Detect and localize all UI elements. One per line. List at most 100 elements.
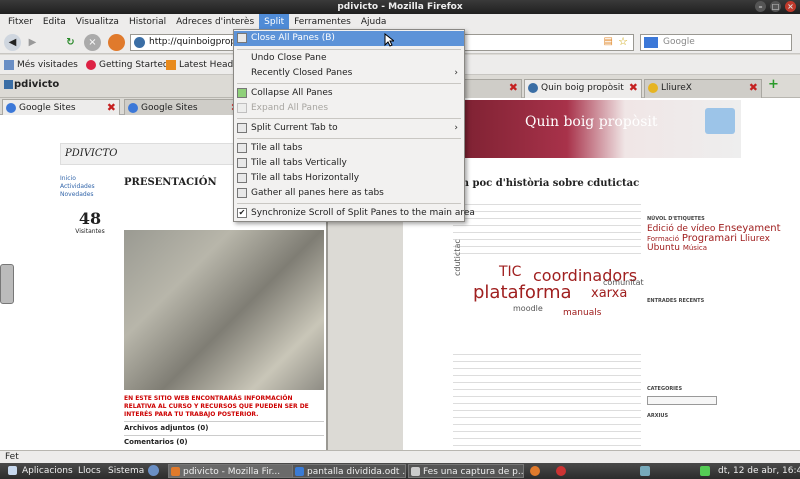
reload-icon[interactable]: ↻ (62, 34, 79, 51)
collapse-icon (237, 88, 247, 98)
tab-google-sites-2[interactable]: Google Sites✖ (124, 99, 244, 115)
menu-tile-all-tabs[interactable]: Tile all tabs (234, 141, 464, 156)
tab-lliurex[interactable]: LliureX ✖ (644, 79, 762, 98)
menu-expand-all-panes: Expand All Panes (234, 101, 464, 116)
bookmark-latest-headlines[interactable]: Latest Headli (166, 58, 238, 72)
aerial-map-image[interactable] (124, 230, 324, 390)
close-tab-icon[interactable]: ✖ (629, 80, 638, 96)
status-text: Fet (5, 452, 19, 462)
sidebar-tags-heading: NÚVOL D'ETIQUETES (647, 216, 705, 222)
close-icon[interactable]: × (785, 1, 796, 12)
tray-firefox-icon[interactable] (530, 466, 540, 476)
gather-icon (237, 188, 247, 198)
stop-icon[interactable]: × (84, 34, 101, 51)
forward-icon[interactable]: ▶ (24, 34, 41, 51)
taskbar-window-firefox[interactable]: pdivicto - Mozilla Fir... (168, 464, 308, 478)
menu-fitxer[interactable]: Fitxer (3, 14, 38, 30)
star-icon[interactable]: ☆ (618, 35, 628, 48)
site-banner: Quin boig propòsit (451, 100, 741, 158)
pane-grip-handle[interactable] (0, 264, 14, 304)
menu-historial[interactable]: Historial (124, 14, 171, 30)
home-icon[interactable] (108, 34, 125, 51)
new-tab-icon[interactable]: + (768, 77, 779, 92)
visit-counter: 48 (78, 209, 102, 228)
firefox-launcher-icon[interactable] (148, 465, 159, 476)
document-icon (295, 467, 304, 476)
menu-visualitza[interactable]: Visualitza (71, 14, 124, 30)
site-icon (134, 37, 145, 48)
menu-system[interactable]: Sistema (108, 464, 144, 478)
left-sidebar: Inicio Actividades Novedades 48 Visitant… (60, 175, 120, 450)
rss-icon (166, 60, 176, 70)
submenu-arrow-icon: › (454, 123, 458, 133)
menu-close-all-panes[interactable]: Close All Panes (B) (234, 31, 464, 46)
post-body (453, 348, 641, 448)
folder-icon (4, 60, 14, 70)
taskbar: Aplicacions Llocs Sistema pdivicto - Moz… (0, 463, 800, 479)
category-select[interactable] (647, 396, 717, 405)
search-input[interactable]: Google (640, 34, 792, 51)
maximize-icon[interactable]: □ (770, 1, 781, 12)
menu-split[interactable]: Split (259, 14, 290, 30)
comments-label[interactable]: Comentarios (0) (124, 435, 324, 446)
url-input-tail[interactable]: ▤ ☆ (464, 34, 634, 51)
wordpress-icon (528, 83, 538, 93)
tile-horizontal-icon (237, 173, 247, 183)
tray-volume-icon[interactable] (640, 466, 650, 476)
bookmark-getting-started[interactable]: Getting Started (86, 58, 169, 72)
close-tab-icon[interactable]: ✖ (749, 80, 758, 96)
bookmark-pdivicto[interactable]: pdivicto (14, 79, 59, 90)
url-input[interactable]: http://quinboigpropo (130, 34, 236, 51)
back-icon[interactable]: ◀ (4, 34, 21, 51)
close-panes-icon (237, 33, 247, 43)
menu-gather-panes[interactable]: Gather all panes here as tabs (234, 186, 464, 201)
menu-adreces[interactable]: Adreces d'interès (171, 14, 259, 30)
page-heading: PRESENTACIÓN (124, 177, 217, 188)
post-title[interactable]: Un poc d'història sobre cdutictac (453, 178, 639, 189)
expand-icon (237, 103, 247, 113)
clock[interactable]: dt, 12 de abr, 16:48 (718, 464, 800, 478)
menu-tile-vertically[interactable]: Tile all tabs Vertically (234, 156, 464, 171)
rss-icon[interactable]: ▤ (604, 36, 613, 47)
site-name: PDIVICTO (65, 148, 118, 159)
tag-cloud-image: TIC coordinadors plataforma xarxa comuni… (453, 239, 644, 318)
menu-split-current-tab[interactable]: Split Current Tab to › (234, 121, 464, 136)
mouse-cursor-icon (384, 33, 394, 47)
tab-google-sites-1[interactable]: Google Sites ✖ (2, 99, 120, 115)
window-title: pdivicto - Mozilla Firefox (337, 2, 463, 12)
split-tab-icon (237, 123, 247, 133)
menu-undo-close-pane[interactable]: Undo Close Pane (234, 51, 464, 66)
close-tab-icon[interactable]: ✖ (107, 100, 116, 115)
nav-novedades[interactable]: Novedades (60, 191, 120, 199)
categories-heading: CATEGORIES (647, 386, 683, 392)
attachments-label[interactable]: Archivos adjuntos (0) (124, 421, 324, 432)
menu-edita[interactable]: Edita (38, 14, 71, 30)
tray-update-icon[interactable] (556, 466, 566, 476)
tab-quin-boig-proposit-active[interactable]: Quin boig propòsit ✖ (524, 79, 642, 98)
menu-recently-closed-panes[interactable]: Recently Closed Panes › (234, 66, 464, 81)
menu-ferramentes[interactable]: Ferramentes (289, 14, 356, 30)
nav-inicio[interactable]: Inicio (60, 175, 120, 183)
tray-network-icon[interactable] (700, 466, 710, 476)
nav-actividades[interactable]: Actividades (60, 183, 120, 191)
bookmark-most-visited[interactable]: Més visitades (4, 58, 78, 72)
checkbox-checked-icon[interactable]: ✔ (237, 208, 247, 218)
menu-synchronize-scroll[interactable]: ✔ Synchronize Scroll of Split Panes to th… (234, 206, 475, 221)
camera-icon (411, 467, 420, 476)
menu-applications[interactable]: Aplicacions (22, 464, 73, 478)
split-menu-dropdown: Close All Panes (B) Undo Close Pane Rece… (233, 29, 475, 222)
menu-collapse-all-panes[interactable]: Collapse All Panes (234, 86, 464, 101)
lliurex-icon (648, 83, 658, 93)
menu-bar: Fitxer Edita Visualitza Historial Adrece… (0, 14, 800, 30)
notice-text: EN ESTE SITIO WEB ENCONTRARÁS INFORMACIÓ… (124, 395, 309, 418)
close-tab-icon[interactable]: ✖ (509, 80, 518, 96)
site-title: Quin boig propòsit (525, 114, 658, 130)
tile-icon (237, 143, 247, 153)
menu-places[interactable]: Llocs (78, 464, 101, 478)
menu-ajuda[interactable]: Ajuda (356, 14, 392, 30)
taskbar-window-writer[interactable]: pantalla dividida.odt ... (292, 464, 406, 478)
menu-tile-horizontally[interactable]: Tile all tabs Horizontally (234, 171, 464, 186)
minimize-icon[interactable]: – (755, 1, 766, 12)
title-bar: pdivicto - Mozilla Firefox – □ × (0, 0, 800, 14)
taskbar-window-screenshot[interactable]: Fes una captura de p... (408, 464, 524, 478)
